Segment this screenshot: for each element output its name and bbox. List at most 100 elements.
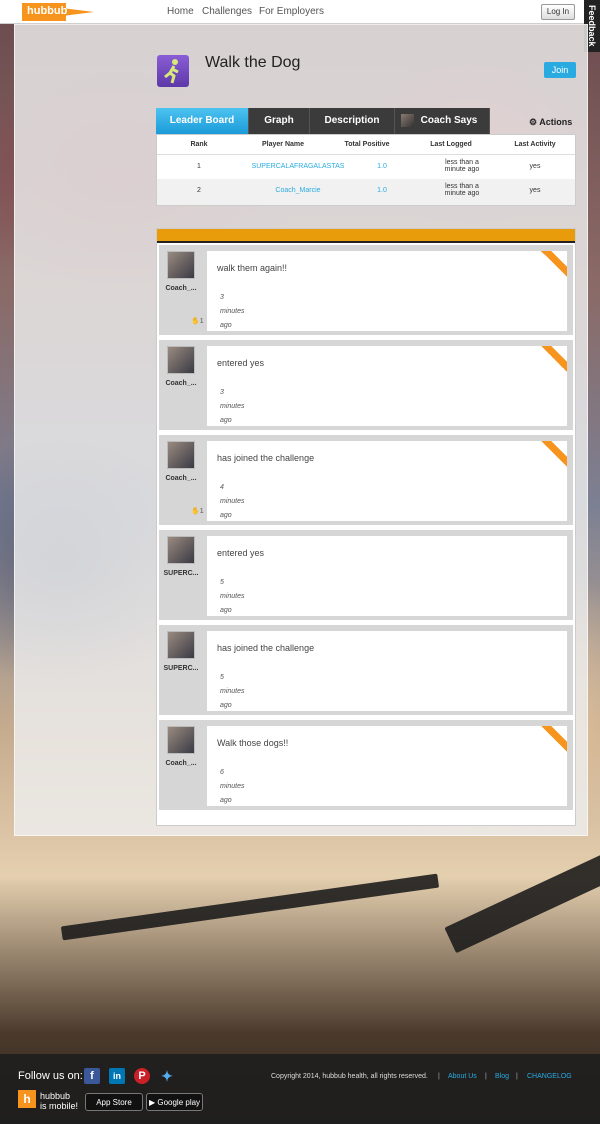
changelog-link[interactable]: CHANGELOG [527, 1073, 572, 1080]
google-play-badge[interactable]: ▶ Google play [146, 1093, 203, 1111]
total-positive-cell[interactable]: 1.0 [355, 187, 409, 194]
nav-employers-link[interactable]: For Employers [259, 6, 324, 17]
table-header: Rank Player Name Total Positive Last Log… [157, 135, 575, 155]
leaderboard-table: Rank Player Name Total Positive Last Log… [156, 134, 576, 206]
high-five-icon: ✋ [191, 318, 200, 325]
table-row: 1 SUPERCALAFRAGALASTAS 1.0 less than a m… [157, 155, 575, 181]
avatar[interactable] [167, 251, 195, 279]
nav-challenges-link[interactable]: Challenges [202, 6, 252, 17]
mobile-text: hubbub is mobile! [40, 1091, 78, 1111]
post-time-unit: minutes [220, 498, 245, 505]
high-five-button[interactable]: ✋1 [191, 507, 204, 515]
join-button[interactable]: Join [544, 62, 576, 78]
hubbub-logo[interactable]: hubbub [22, 3, 94, 21]
tab-leader-board[interactable]: Leader Board [156, 108, 249, 134]
feed-post: Coach_... has joined the challenge 4 minu… [159, 435, 573, 525]
corner-ribbon-icon[interactable] [541, 251, 567, 277]
post-message: walk them again!! [217, 263, 288, 273]
last-logged-cell: less than a minute ago [444, 183, 480, 197]
avatar[interactable] [167, 726, 195, 754]
link-separator: | [516, 1073, 518, 1080]
feed-post: Coach_... walk them again!! 3 minutes ago … [159, 245, 573, 335]
post-author[interactable]: Coach_... [159, 760, 203, 767]
tab-coach-says[interactable]: Coach Says [395, 108, 490, 134]
post-time-ago: ago [220, 607, 232, 614]
column-total-positive: Total Positive [344, 141, 390, 148]
post-author[interactable]: Coach_... [159, 380, 203, 387]
column-last-logged: Last Logged [430, 141, 472, 148]
post-time-num: 3 [220, 294, 224, 301]
last-activity-cell: yes [529, 163, 541, 170]
avatar[interactable] [167, 536, 195, 564]
post-author[interactable]: SUPERC... [159, 570, 203, 577]
post-time-num: 6 [220, 769, 224, 776]
avatar[interactable] [167, 346, 195, 374]
last-logged-cell: less than a minute ago [444, 159, 480, 173]
post-time-ago: ago [220, 702, 232, 709]
avatar[interactable] [167, 441, 195, 469]
feed-post: Coach_... Walk those dogs!! 6 minutes ago [159, 720, 573, 810]
rank-cell: 1 [197, 163, 201, 170]
post-card: has joined the challenge 4 minutes ago [207, 441, 567, 521]
app-store-badge[interactable]: App Store [85, 1093, 143, 1111]
activity-feed: Coach_... walk them again!! 3 minutes ago … [156, 228, 576, 826]
player-name-link[interactable]: SUPERCALAFRAGALASTAS [241, 163, 355, 170]
facebook-icon[interactable]: f [84, 1068, 100, 1084]
top-navigation-bar: hubbub Home Challenges For Employers Log… [0, 0, 600, 24]
corner-ribbon-icon[interactable] [541, 726, 567, 752]
login-button[interactable]: Log In [541, 4, 575, 20]
feed-post: Coach_... entered yes 3 minutes ago [159, 340, 573, 430]
post-time-ago: ago [220, 322, 232, 329]
total-positive-cell[interactable]: 1.0 [355, 163, 409, 170]
app-store-label: App Store [96, 1098, 132, 1107]
post-card: walk them again!! 3 minutes ago [207, 251, 567, 331]
copyright-text: Copyright 2014, hubbub health, all right… [271, 1073, 428, 1080]
nav-home-link[interactable]: Home [167, 6, 194, 17]
logo-text: hubbub [27, 5, 68, 17]
tab-description[interactable]: Description [310, 108, 395, 134]
twitter-icon[interactable]: ✦ [159, 1068, 175, 1084]
post-message: Walk those dogs!! [217, 738, 289, 748]
last-activity-cell: yes [529, 187, 541, 194]
actions-menu[interactable]: ⚙ Actions [529, 117, 572, 128]
post-author[interactable]: SUPERC... [159, 665, 203, 672]
corner-ribbon-icon[interactable] [541, 346, 567, 372]
mobile-line-1: hubbub [40, 1091, 71, 1101]
post-message: has joined the challenge [217, 453, 315, 463]
post-time: 5 minutes ago [220, 576, 245, 618]
post-time-unit: minutes [220, 403, 245, 410]
post-time-ago: ago [220, 797, 232, 804]
corner-ribbon-icon[interactable] [541, 441, 567, 467]
background-bike-frame [444, 834, 600, 954]
post-card: entered yes 5 minutes ago [207, 536, 567, 616]
post-time-unit: minutes [220, 783, 245, 790]
linkedin-icon[interactable]: in [109, 1068, 125, 1084]
play-icon: ▶ [148, 1098, 156, 1107]
pinterest-icon[interactable]: P [134, 1068, 150, 1084]
hubbub-mobile-logo-icon: h [18, 1090, 36, 1108]
actions-label: Actions [539, 117, 573, 127]
post-card: Walk those dogs!! 6 minutes ago [207, 726, 567, 806]
background-bike-tube [60, 873, 440, 941]
post-message: has joined the challenge [217, 643, 315, 653]
high-five-button[interactable]: ✋1 [191, 317, 204, 325]
post-author[interactable]: Coach_... [159, 475, 203, 482]
footer: Follow us on: f in P ✦ Copyright 2014, h… [0, 1054, 600, 1124]
column-player-name: Player Name [261, 141, 305, 148]
blog-link[interactable]: Blog [495, 1073, 509, 1080]
mobile-line-2: is mobile! [40, 1101, 79, 1111]
challenge-walking-icon [157, 55, 189, 87]
tab-graph[interactable]: Graph [249, 108, 310, 134]
table-row: 2 Coach_Marcie 1.0 less than a minute ag… [157, 179, 575, 205]
tab-coach-says-label: Coach Says [420, 115, 478, 126]
post-time-num: 5 [220, 674, 224, 681]
feed-post: SUPERC... has joined the challenge 5 minu… [159, 625, 573, 715]
post-time-ago: ago [220, 417, 232, 424]
about-us-link[interactable]: About Us [448, 1073, 477, 1080]
post-author[interactable]: Coach_... [159, 285, 203, 292]
post-time: 3 minutes ago [220, 291, 245, 333]
post-message: entered yes [217, 358, 265, 368]
link-separator: | [485, 1073, 487, 1080]
avatar[interactable] [167, 631, 195, 659]
player-name-link[interactable]: Coach_Marcie [241, 187, 355, 194]
